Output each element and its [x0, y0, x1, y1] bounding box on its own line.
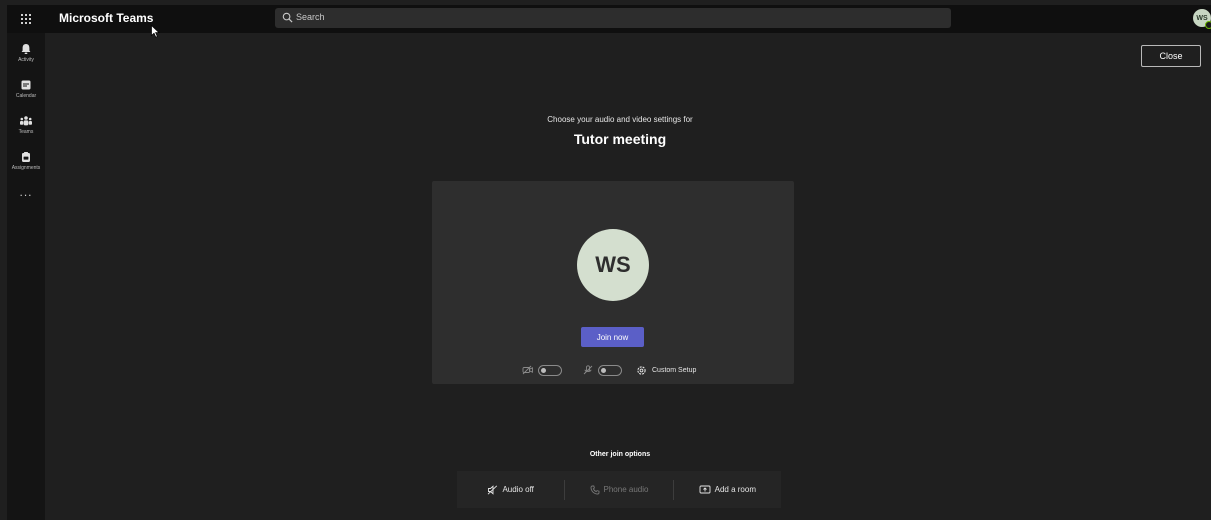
rail-item-calendar[interactable]: Calendar — [7, 75, 45, 109]
top-bar: Microsoft Teams Search WS — [7, 5, 1211, 33]
audio-off-label: Audio off — [502, 485, 534, 494]
search-placeholder: Search — [296, 12, 325, 22]
other-join-options: Audio off Phone audio Add a room — [457, 471, 781, 508]
add-room-label: Add a room — [714, 485, 756, 494]
mic-toggle[interactable] — [598, 364, 622, 376]
prejoin-subtitle: Choose your audio and video settings for — [547, 115, 693, 124]
app-title: Microsoft Teams — [59, 11, 154, 25]
rail-label-assignments: Assignments — [11, 165, 41, 171]
teams-window: Microsoft Teams Search WS Activity Calen… — [7, 5, 1211, 520]
video-preview: WS Join now Custom Setup — [432, 181, 794, 384]
more-apps-icon[interactable]: ... — [7, 185, 45, 199]
close-button[interactable]: Close — [1141, 45, 1201, 67]
mouse-cursor-icon — [151, 25, 160, 38]
speaker-off-icon — [488, 484, 498, 495]
user-avatar[interactable]: WS — [1193, 9, 1211, 29]
rail-item-activity[interactable]: Activity — [7, 39, 45, 73]
teams-icon — [20, 116, 32, 126]
rail-label-calendar: Calendar — [15, 93, 37, 99]
presence-indicator-icon — [1205, 21, 1211, 29]
calendar-icon — [21, 80, 31, 90]
other-join-options-title: Other join options — [589, 451, 651, 458]
audio-off-option[interactable]: Audio off — [457, 471, 564, 508]
user-initials: WS — [1196, 14, 1208, 22]
meeting-title: Tutor meeting — [573, 131, 667, 147]
search-icon — [282, 12, 293, 23]
mic-off-icon — [583, 365, 593, 375]
rail-label-activity: Activity — [18, 57, 34, 63]
gear-icon — [637, 365, 646, 375]
preview-avatar: WS — [577, 229, 649, 301]
rail-item-teams[interactable]: Teams — [7, 111, 45, 145]
join-now-button[interactable]: Join now — [581, 327, 644, 347]
assignments-icon — [22, 152, 30, 162]
camera-toggle[interactable] — [538, 364, 562, 376]
camera-off-icon — [522, 365, 533, 375]
device-controls: Custom Setup — [522, 363, 696, 377]
phone-audio-label: Phone audio — [603, 485, 649, 494]
custom-setup-button[interactable]: Custom Setup — [652, 367, 696, 374]
app-rail: Activity Calendar Teams Assignments ... — [7, 33, 45, 520]
prejoin-screen: Close Choose your audio and video settin… — [45, 33, 1211, 520]
cast-icon — [699, 485, 711, 493]
rail-item-assignments[interactable]: Assignments — [7, 147, 45, 181]
bell-icon — [21, 44, 31, 54]
search-input[interactable]: Search — [275, 8, 951, 28]
app-launcher-icon[interactable] — [17, 10, 35, 28]
rail-label-teams: Teams — [18, 129, 34, 135]
add-room-option[interactable]: Add a room — [674, 471, 781, 508]
phone-icon — [590, 485, 599, 494]
phone-audio-option[interactable]: Phone audio — [565, 471, 672, 508]
